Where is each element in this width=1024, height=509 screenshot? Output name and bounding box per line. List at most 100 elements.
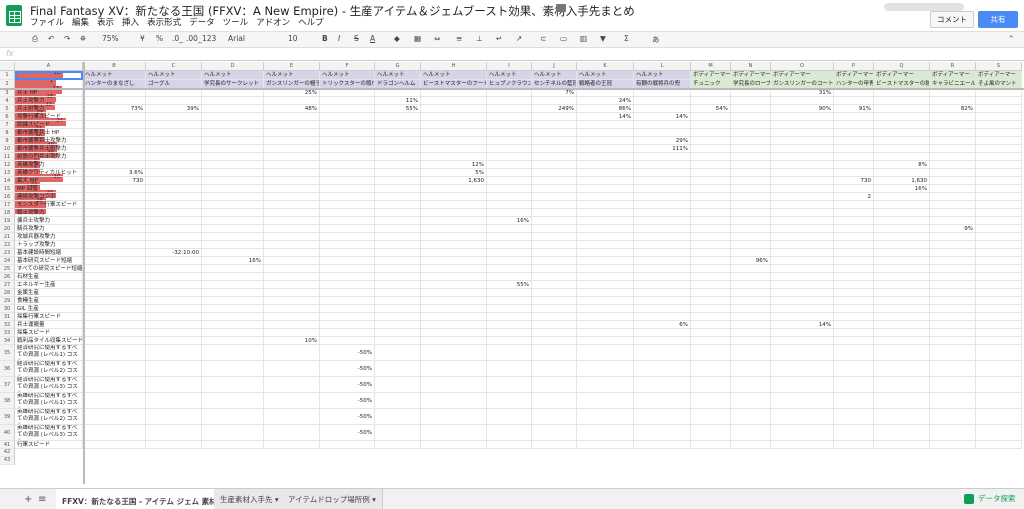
data-cell[interactable] bbox=[834, 241, 874, 249]
data-cell[interactable] bbox=[930, 137, 976, 145]
chart-icon[interactable]: ▥ bbox=[580, 34, 587, 43]
data-cell[interactable] bbox=[930, 289, 976, 297]
row-label[interactable]: 採集行軍スピード bbox=[15, 313, 83, 321]
data-cell[interactable] bbox=[834, 249, 874, 257]
data-cell[interactable] bbox=[487, 377, 532, 393]
decrease-decimal-button[interactable]: .0_ bbox=[172, 34, 183, 43]
data-cell[interactable] bbox=[874, 289, 930, 297]
data-cell[interactable] bbox=[83, 345, 146, 361]
italic-button[interactable]: I bbox=[338, 34, 340, 43]
row-header[interactable]: 43 bbox=[0, 457, 15, 465]
data-cell[interactable] bbox=[976, 441, 1022, 449]
data-cell[interactable] bbox=[691, 361, 731, 377]
data-cell[interactable] bbox=[731, 281, 771, 289]
data-cell[interactable] bbox=[532, 281, 577, 289]
data-cell[interactable] bbox=[577, 441, 634, 449]
data-cell[interactable] bbox=[930, 233, 976, 241]
data-cell[interactable] bbox=[487, 361, 532, 377]
header-cell[interactable]: ボディアーマー bbox=[834, 71, 874, 80]
data-cell[interactable] bbox=[421, 121, 487, 129]
data-cell[interactable] bbox=[874, 153, 930, 161]
data-cell[interactable] bbox=[731, 153, 771, 161]
header-cell[interactable]: ヘルメット bbox=[320, 71, 375, 80]
data-cell[interactable] bbox=[487, 321, 532, 329]
data-cell[interactable] bbox=[487, 345, 532, 361]
data-cell[interactable] bbox=[731, 137, 771, 145]
data-cell[interactable] bbox=[771, 305, 834, 313]
row-label[interactable]: 基本研究スピード短縮 bbox=[15, 257, 83, 265]
data-cell[interactable] bbox=[264, 313, 320, 321]
data-cell[interactable] bbox=[577, 361, 634, 377]
row-label[interactable]: 兵士 HP bbox=[15, 89, 83, 97]
row-header[interactable]: 20 bbox=[0, 225, 15, 233]
data-cell[interactable] bbox=[487, 337, 532, 345]
data-cell[interactable] bbox=[202, 321, 264, 329]
data-cell[interactable] bbox=[834, 145, 874, 153]
data-cell[interactable] bbox=[487, 425, 532, 441]
data-cell[interactable] bbox=[264, 225, 320, 233]
data-cell[interactable] bbox=[771, 201, 834, 209]
data-cell[interactable] bbox=[532, 217, 577, 225]
row-header[interactable]: 5 bbox=[0, 105, 15, 113]
add-sheet-icon[interactable]: + bbox=[24, 494, 32, 505]
row-label[interactable]: 英雄攻撃力 bbox=[15, 161, 83, 169]
data-cell[interactable] bbox=[421, 225, 487, 233]
data-cell[interactable] bbox=[487, 113, 532, 121]
data-cell[interactable] bbox=[146, 273, 202, 281]
data-cell[interactable] bbox=[691, 201, 731, 209]
data-cell[interactable] bbox=[421, 193, 487, 201]
data-cell[interactable] bbox=[202, 105, 264, 113]
data-cell[interactable] bbox=[976, 425, 1022, 441]
data-cell[interactable] bbox=[421, 337, 487, 345]
data-cell[interactable] bbox=[930, 209, 976, 217]
data-cell[interactable] bbox=[146, 153, 202, 161]
data-cell[interactable] bbox=[146, 209, 202, 217]
menu-edit[interactable]: 編集 bbox=[72, 16, 89, 28]
data-cell[interactable] bbox=[83, 409, 146, 425]
data-cell[interactable] bbox=[577, 145, 634, 153]
data-cell[interactable] bbox=[930, 361, 976, 377]
data-cell[interactable] bbox=[487, 241, 532, 249]
data-cell[interactable] bbox=[634, 425, 691, 441]
data-cell[interactable] bbox=[834, 409, 874, 425]
value-cell[interactable]: 86% bbox=[577, 105, 634, 113]
data-cell[interactable] bbox=[264, 121, 320, 129]
data-cell[interactable] bbox=[421, 145, 487, 153]
data-cell[interactable] bbox=[264, 329, 320, 337]
data-cell[interactable] bbox=[532, 193, 577, 201]
data-cell[interactable] bbox=[634, 193, 691, 201]
column-header[interactable]: I bbox=[487, 62, 532, 71]
data-cell[interactable] bbox=[375, 113, 421, 121]
row-header[interactable]: 38 bbox=[0, 393, 15, 409]
data-cell[interactable] bbox=[771, 257, 834, 265]
data-cell[interactable] bbox=[375, 249, 421, 257]
data-cell[interactable] bbox=[202, 297, 264, 305]
data-cell[interactable] bbox=[834, 153, 874, 161]
data-cell[interactable] bbox=[146, 393, 202, 409]
data-cell[interactable] bbox=[202, 361, 264, 377]
data-cell[interactable] bbox=[532, 169, 577, 177]
data-cell[interactable] bbox=[83, 281, 146, 289]
data-cell[interactable] bbox=[834, 121, 874, 129]
value-cell[interactable]: 9% bbox=[930, 225, 976, 233]
data-cell[interactable] bbox=[83, 337, 146, 345]
comment-icon[interactable]: ▭ bbox=[560, 34, 567, 43]
currency-button[interactable]: ¥ bbox=[140, 34, 145, 43]
data-cell[interactable] bbox=[202, 425, 264, 441]
data-cell[interactable] bbox=[202, 345, 264, 361]
data-cell[interactable] bbox=[146, 113, 202, 121]
row-header[interactable]: 42 bbox=[0, 449, 15, 457]
data-cell[interactable] bbox=[320, 169, 375, 177]
data-cell[interactable] bbox=[874, 393, 930, 409]
data-cell[interactable] bbox=[771, 289, 834, 297]
data-cell[interactable] bbox=[874, 241, 930, 249]
column-header[interactable]: E bbox=[264, 62, 320, 71]
value-cell[interactable]: 7% bbox=[532, 89, 577, 97]
menu-file[interactable]: ファイル bbox=[30, 16, 64, 28]
header-cell[interactable]: ボディアーマー bbox=[976, 71, 1022, 80]
data-cell[interactable] bbox=[930, 145, 976, 153]
merge-icon[interactable]: ⇔ bbox=[434, 34, 440, 43]
row-header[interactable]: 37 bbox=[0, 377, 15, 393]
row-label[interactable]: 連続攻撃コンボ bbox=[15, 193, 83, 201]
row-label[interactable]: 採集スピード bbox=[15, 329, 83, 337]
